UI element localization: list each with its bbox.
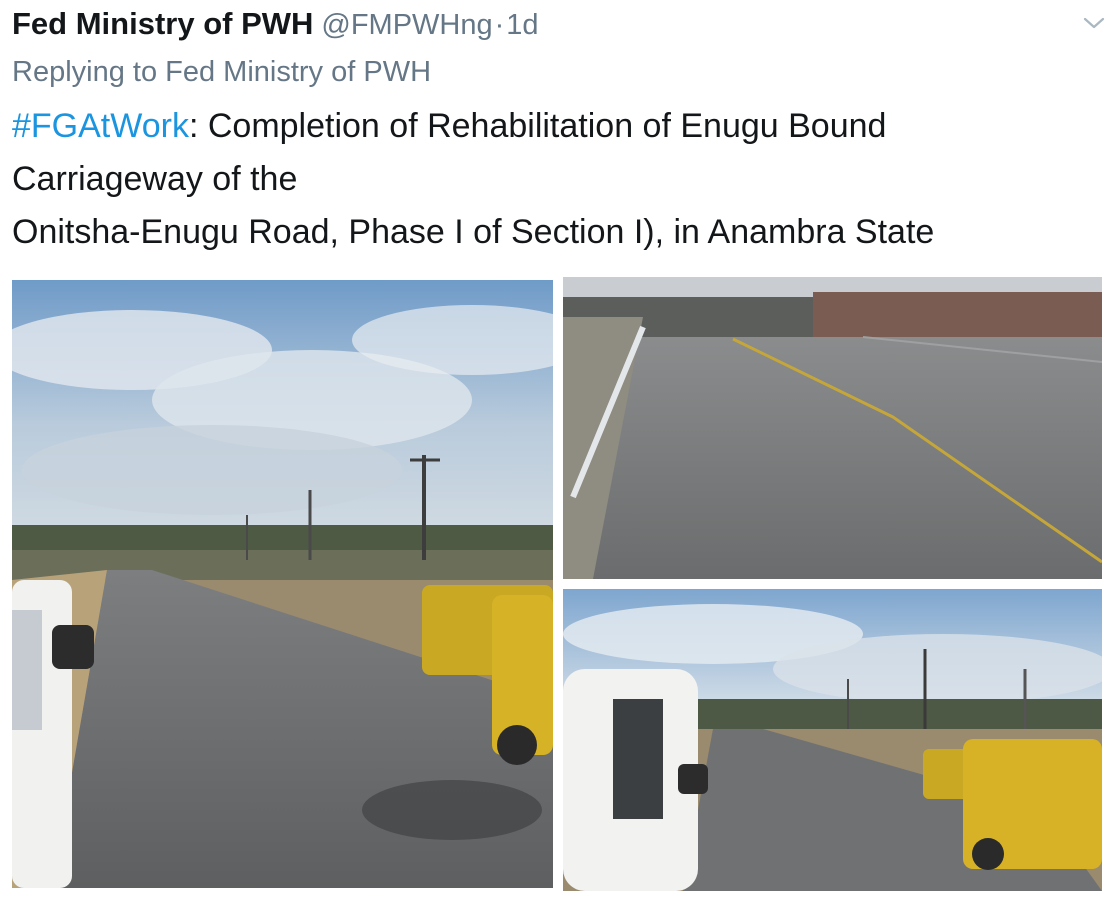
chevron-down-icon[interactable] [1082, 14, 1106, 32]
separator-dot: · [494, 9, 505, 41]
tweet[interactable]: Fed Ministry of PWH @FMPWHng·1d Replying … [0, 0, 1120, 910]
tweet-text-line-3: Onitsha-Enugu Road, Phase I of Section I… [12, 213, 935, 251]
replying-to[interactable]: Replying to Fed Ministry of PWH [12, 56, 431, 89]
tweet-text-line-1: #FGAtWork: Completion of Rehabilitation … [12, 100, 1102, 153]
author-name[interactable]: Fed Ministry of PWH [12, 6, 313, 41]
author-handle[interactable]: @FMPWHng [321, 9, 492, 41]
tweet-photo-2[interactable] [563, 277, 1102, 579]
hashtag-link[interactable]: #FGAtWork [12, 107, 189, 145]
tweet-photo-3[interactable] [563, 589, 1102, 891]
tweet-photo-1[interactable] [12, 280, 553, 888]
tweet-text-part-1: : Completion of Rehabilitation of Enugu … [188, 107, 887, 145]
timestamp[interactable]: 1d [506, 9, 538, 41]
tweet-text: #FGAtWork: Completion of Rehabilitation … [12, 100, 1102, 259]
tweet-text-line-2: Carriageway of the [12, 160, 298, 198]
tweet-header: Fed Ministry of PWH @FMPWHng·1d [12, 6, 539, 46]
